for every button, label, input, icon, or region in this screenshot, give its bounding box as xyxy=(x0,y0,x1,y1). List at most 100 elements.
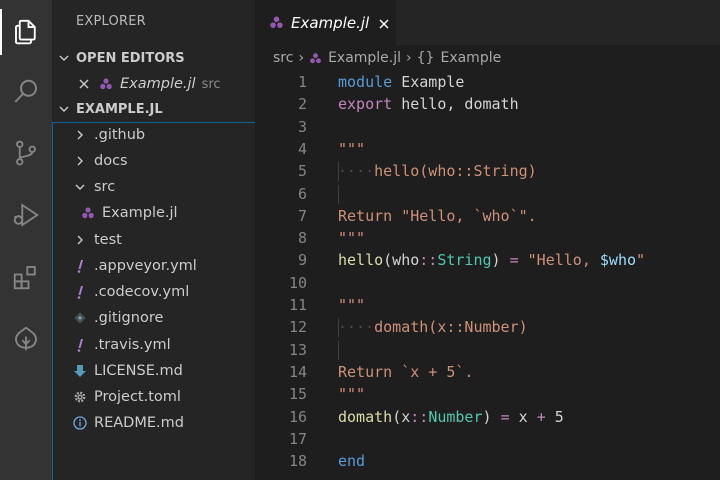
code-token: " xyxy=(636,251,646,270)
code-line[interactable]: 11 """ xyxy=(255,294,720,316)
line-number: 12 xyxy=(288,318,307,337)
code-line[interactable]: 3 xyxy=(255,116,720,138)
code-text: hello(who::String) = "Hello, $who" xyxy=(338,249,645,271)
tree-item-appveyor[interactable]: .appveyor.yml xyxy=(52,253,255,279)
tree-item-travis[interactable]: .travis.yml xyxy=(52,332,255,358)
code-text: Return "Hello, `who`". xyxy=(338,205,537,227)
explorer-icon[interactable] xyxy=(0,9,52,55)
tree-item-example-jl[interactable]: Example.jl xyxy=(52,200,255,226)
code-line[interactable]: 15 """ xyxy=(255,383,720,405)
code-line[interactable]: 13 xyxy=(255,339,720,361)
code-line[interactable]: 2 export hello, domath xyxy=(255,93,720,115)
code-token: module xyxy=(338,73,393,91)
code-text: """ xyxy=(338,138,365,160)
code-token: domath xyxy=(338,407,393,426)
code-editor[interactable]: 1 module Example 2 export hello, domath 3 4 ""… xyxy=(255,71,720,480)
code-text: end xyxy=(338,450,365,472)
code-line[interactable]: 5 ····hello(who::String) xyxy=(255,160,720,182)
breadcrumb-symbol[interactable]: Example xyxy=(440,50,501,66)
line-number: 4 xyxy=(297,139,307,158)
workspace-label: EXAMPLE.JL xyxy=(76,101,163,117)
code-token: hello, domath xyxy=(392,95,519,114)
chevron-right-icon: › xyxy=(406,50,412,66)
code-token: 5 xyxy=(545,407,564,426)
tree-item-label: src xyxy=(94,179,116,195)
code-token: :: xyxy=(410,407,429,426)
breadcrumb-folder[interactable]: src xyxy=(273,50,293,66)
extensions-icon[interactable] xyxy=(0,254,52,300)
code-line[interactable]: 10 xyxy=(255,272,720,294)
tree-item-label: docs xyxy=(94,153,128,169)
tree-item-github[interactable]: .github xyxy=(52,122,255,148)
code-line[interactable]: 4 """ xyxy=(255,138,720,160)
line-number: 14 xyxy=(288,362,307,381)
tree-item-label: .travis.yml xyxy=(94,337,171,353)
breadcrumb-file[interactable]: Example.jl xyxy=(328,50,401,66)
code-line[interactable]: 16 domath(x::Number) = x + 5 xyxy=(255,406,720,428)
line-number: 7 xyxy=(297,206,307,225)
tree-item-label: .github xyxy=(94,127,146,143)
line-number: 13 xyxy=(288,340,307,359)
close-icon[interactable] xyxy=(377,16,391,30)
code-text: Return `x + 5`. xyxy=(338,361,473,383)
explorer-sidebar: EXPLORER OPEN EDITORS Example.jl src EXA… xyxy=(52,0,255,480)
code-text: """ xyxy=(338,227,365,249)
code-line[interactable]: 14 Return `x + 5`. xyxy=(255,361,720,383)
line-number: 15 xyxy=(288,385,307,404)
code-text: export hello, domath xyxy=(338,93,519,115)
tree-item-label: test xyxy=(94,232,122,248)
code-token: """ xyxy=(338,139,366,158)
search-icon[interactable] xyxy=(0,69,52,115)
code-text: """ xyxy=(338,383,365,405)
source-control-icon[interactable] xyxy=(0,130,52,176)
tab-label: Example.jl xyxy=(291,13,370,32)
chevron-right-icon: › xyxy=(298,50,305,66)
tree-item-project-toml[interactable]: Project.toml xyxy=(52,384,255,410)
code-line[interactable]: 8 """ xyxy=(255,227,720,249)
code-line[interactable]: 7 Return "Hello, `who`". xyxy=(255,205,720,227)
run-debug-icon[interactable] xyxy=(0,192,52,238)
code-text: ····hello(who::String) xyxy=(338,160,537,182)
open-editors-header[interactable]: OPEN EDITORS xyxy=(52,46,255,70)
code-token: "Hello, xyxy=(518,251,600,270)
code-line[interactable]: 17 xyxy=(255,428,720,450)
tree-item-docs[interactable]: docs xyxy=(52,148,255,174)
tree-item-codecov[interactable]: .codecov.yml xyxy=(52,279,255,305)
tree-item-gitignore[interactable]: .gitignore xyxy=(52,305,255,331)
editor-tab-bar: Example.jl xyxy=(255,0,720,45)
code-text: """ xyxy=(338,294,365,316)
code-token: """ xyxy=(338,385,366,404)
code-line[interactable]: 12 ····domath(x::Number) xyxy=(255,316,720,338)
open-editor-name: Example.jl xyxy=(120,76,196,92)
code-line[interactable]: 6 xyxy=(255,183,720,205)
tree-item-label: LICENSE.md xyxy=(94,363,183,379)
line-number: 1 xyxy=(297,73,307,91)
tree-item-readme[interactable]: README.md xyxy=(52,410,255,436)
code-line[interactable]: 18 end xyxy=(255,450,720,472)
code-line[interactable]: 9 hello(who::String) = "Hello, $who" xyxy=(255,249,720,271)
code-token: domath(x::Number) xyxy=(374,318,528,337)
line-number: 3 xyxy=(297,117,307,136)
open-editor-folder: src xyxy=(201,76,221,92)
yaml-file-icon xyxy=(72,337,88,353)
workspace-header[interactable]: EXAMPLE.JL xyxy=(52,97,255,121)
tab-example-jl[interactable]: Example.jl xyxy=(255,0,396,45)
julia-icon[interactable] xyxy=(0,316,52,362)
code-token: String xyxy=(437,251,492,270)
yaml-file-icon xyxy=(72,258,88,274)
open-editor-item[interactable]: Example.jl src xyxy=(52,71,255,97)
line-number: 2 xyxy=(297,95,307,114)
tree-item-label: Project.toml xyxy=(94,389,181,405)
close-icon[interactable] xyxy=(76,76,92,92)
indent-guide xyxy=(338,184,339,204)
breadcrumb: src › Example.jl › {} Example xyxy=(255,45,720,71)
tree-item-label: Example.jl xyxy=(102,205,178,221)
code-token: end xyxy=(338,452,366,471)
info-icon xyxy=(72,415,88,431)
tree-item-test[interactable]: test xyxy=(52,227,255,253)
chevron-down-icon xyxy=(52,52,76,64)
code-line[interactable]: 1 module Example xyxy=(255,71,720,93)
yaml-file-icon xyxy=(72,284,88,300)
tree-item-src[interactable]: src xyxy=(52,174,255,200)
tree-item-license[interactable]: LICENSE.md xyxy=(52,358,255,384)
